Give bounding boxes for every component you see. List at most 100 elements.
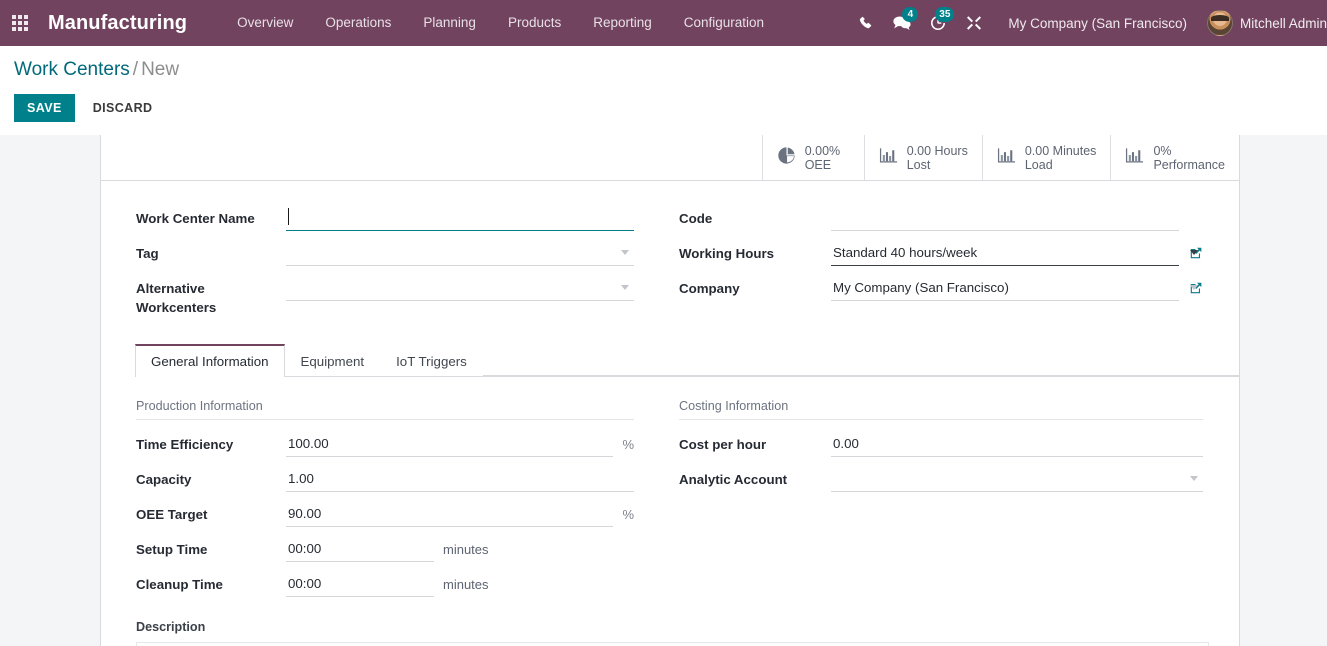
label-capacity: Capacity	[136, 466, 286, 489]
description-section: Description	[101, 606, 1239, 646]
tab-iot-triggers[interactable]: IoT Triggers	[380, 344, 483, 377]
label-tag: Tag	[136, 240, 286, 263]
page-background: 0.00% OEE 0.00 Hours Lost 0.00 Minutes	[0, 135, 1327, 646]
bar-chart-icon	[1125, 146, 1144, 169]
stat-text-lost: 0.00 Hours Lost	[907, 144, 968, 172]
stat-label-oee: OEE	[805, 158, 840, 172]
form-header-fields: Work Center Name Tag Alternative Workcen…	[101, 181, 1239, 333]
stat-value-performance: 0%	[1153, 144, 1225, 158]
discard-button[interactable]: DISCARD	[83, 94, 163, 122]
phone-icon[interactable]	[848, 0, 884, 46]
production-information-group: Production Information Time Efficiency %…	[101, 399, 670, 606]
activities-badge: 35	[935, 7, 954, 22]
cost-per-hour-input[interactable]	[831, 431, 1203, 457]
record-actions: SAVE DISCARD	[0, 82, 1327, 135]
menu-item-operations[interactable]: Operations	[309, 0, 407, 46]
stat-text-performance: 0% Performance	[1153, 144, 1225, 172]
breadcrumb-current: New	[141, 59, 179, 80]
label-cost-per-hour: Cost per hour	[679, 431, 831, 454]
menu-item-reporting[interactable]: Reporting	[577, 0, 668, 46]
stat-button-lost[interactable]: 0.00 Hours Lost	[864, 135, 982, 180]
bar-chart-icon	[997, 146, 1016, 169]
menu-item-configuration[interactable]: Configuration	[668, 0, 780, 46]
code-input[interactable]	[831, 205, 1179, 231]
form-sheet: 0.00% OEE 0.00 Hours Lost 0.00 Minutes	[100, 135, 1240, 646]
tabs-filler	[483, 343, 1239, 376]
label-alternative-workcenters: Alternative Workcenters	[136, 275, 286, 317]
app-brand-manufacturing[interactable]: Manufacturing	[34, 12, 197, 35]
work-center-name-input[interactable]	[286, 205, 634, 231]
save-button[interactable]: SAVE	[14, 94, 75, 122]
main-menu: Overview Operations Planning Products Re…	[221, 0, 780, 46]
description-textarea[interactable]	[136, 642, 1209, 646]
text-cursor	[288, 208, 289, 225]
form-header-right-column: Code Working Hours	[670, 205, 1239, 325]
label-work-center-name: Work Center Name	[136, 205, 286, 228]
stat-label-lost: Lost	[907, 158, 968, 172]
menu-item-overview[interactable]: Overview	[221, 0, 309, 46]
field-row-tag: Tag	[136, 240, 634, 267]
company-switcher[interactable]: My Company (San Francisco)	[992, 16, 1203, 31]
stat-value-load: 0.00 Minutes	[1025, 144, 1097, 158]
suffix-percent: %	[622, 507, 634, 522]
tab-general-information[interactable]: General Information	[135, 344, 285, 377]
stat-button-oee[interactable]: 0.00% OEE	[762, 135, 864, 180]
costing-information-group: Costing Information Cost per hour Analyt…	[670, 399, 1239, 606]
oee-target-input[interactable]	[286, 501, 613, 527]
stat-label-load: Load	[1025, 158, 1097, 172]
breadcrumb-separator: /	[130, 59, 141, 80]
avatar	[1207, 10, 1233, 36]
company-input[interactable]	[831, 275, 1179, 301]
suffix-percent: %	[622, 437, 634, 452]
stat-button-box: 0.00% OEE 0.00 Hours Lost 0.00 Minutes	[101, 135, 1239, 181]
analytic-account-input[interactable]	[831, 466, 1203, 492]
capacity-input[interactable]	[286, 466, 634, 492]
label-time-efficiency: Time Efficiency	[136, 431, 286, 454]
menu-item-products[interactable]: Products	[492, 0, 577, 46]
field-row-cost-per-hour: Cost per hour	[679, 431, 1203, 458]
messages-icon[interactable]: 4	[884, 0, 920, 46]
stat-button-load[interactable]: 0.00 Minutes Load	[982, 135, 1111, 180]
field-row-cleanup-time: Cleanup Time minutes	[136, 571, 634, 598]
field-row-work-center-name: Work Center Name	[136, 205, 634, 232]
breadcrumb: Work Centers/New	[0, 58, 1327, 82]
stat-text-load: 0.00 Minutes Load	[1025, 144, 1097, 172]
time-efficiency-input[interactable]	[286, 431, 613, 457]
field-row-company: Company	[679, 275, 1203, 302]
external-link-icon[interactable]	[1189, 281, 1203, 295]
form-header-left-column: Work Center Name Tag Alternative Workcen…	[101, 205, 670, 325]
stat-label-performance: Performance	[1153, 158, 1225, 172]
stat-button-performance[interactable]: 0% Performance	[1110, 135, 1239, 180]
menu-item-planning[interactable]: Planning	[407, 0, 492, 46]
field-row-time-efficiency: Time Efficiency %	[136, 431, 634, 458]
navbar-right-group: 4 35 My Company (San Francisco) Mitchell…	[848, 0, 1327, 46]
label-analytic-account: Analytic Account	[679, 466, 831, 489]
tag-input[interactable]	[286, 240, 634, 266]
stat-value-oee: 0.00%	[805, 144, 840, 158]
field-row-oee-target: OEE Target %	[136, 501, 634, 528]
tab-equipment[interactable]: Equipment	[285, 344, 381, 377]
label-code: Code	[679, 205, 831, 228]
notebook-tabs: General Information Equipment IoT Trigge…	[135, 343, 1239, 377]
bar-chart-icon	[879, 146, 898, 169]
setup-time-input[interactable]	[286, 536, 434, 562]
label-company: Company	[679, 275, 831, 298]
top-navbar: Manufacturing Overview Operations Planni…	[0, 0, 1327, 46]
cleanup-time-input[interactable]	[286, 571, 434, 597]
alternative-workcenters-input[interactable]	[286, 275, 634, 301]
field-row-setup-time: Setup Time minutes	[136, 536, 634, 563]
field-row-working-hours: Working Hours	[679, 240, 1203, 267]
breadcrumb-work-centers[interactable]: Work Centers	[14, 59, 130, 80]
tools-wrench-icon[interactable]	[956, 0, 992, 46]
tab-panel-general-information: Production Information Time Efficiency %…	[101, 377, 1239, 606]
working-hours-input[interactable]	[831, 240, 1179, 266]
field-row-analytic-account: Analytic Account	[679, 466, 1203, 493]
user-menu[interactable]: Mitchell Admin	[1203, 10, 1327, 36]
external-link-icon[interactable]	[1189, 246, 1203, 260]
apps-grid-icon[interactable]	[0, 0, 34, 46]
label-oee-target: OEE Target	[136, 501, 286, 524]
field-row-code: Code	[679, 205, 1203, 232]
label-description: Description	[136, 620, 1204, 634]
activities-clock-icon[interactable]: 35	[920, 0, 956, 46]
label-setup-time: Setup Time	[136, 536, 286, 559]
